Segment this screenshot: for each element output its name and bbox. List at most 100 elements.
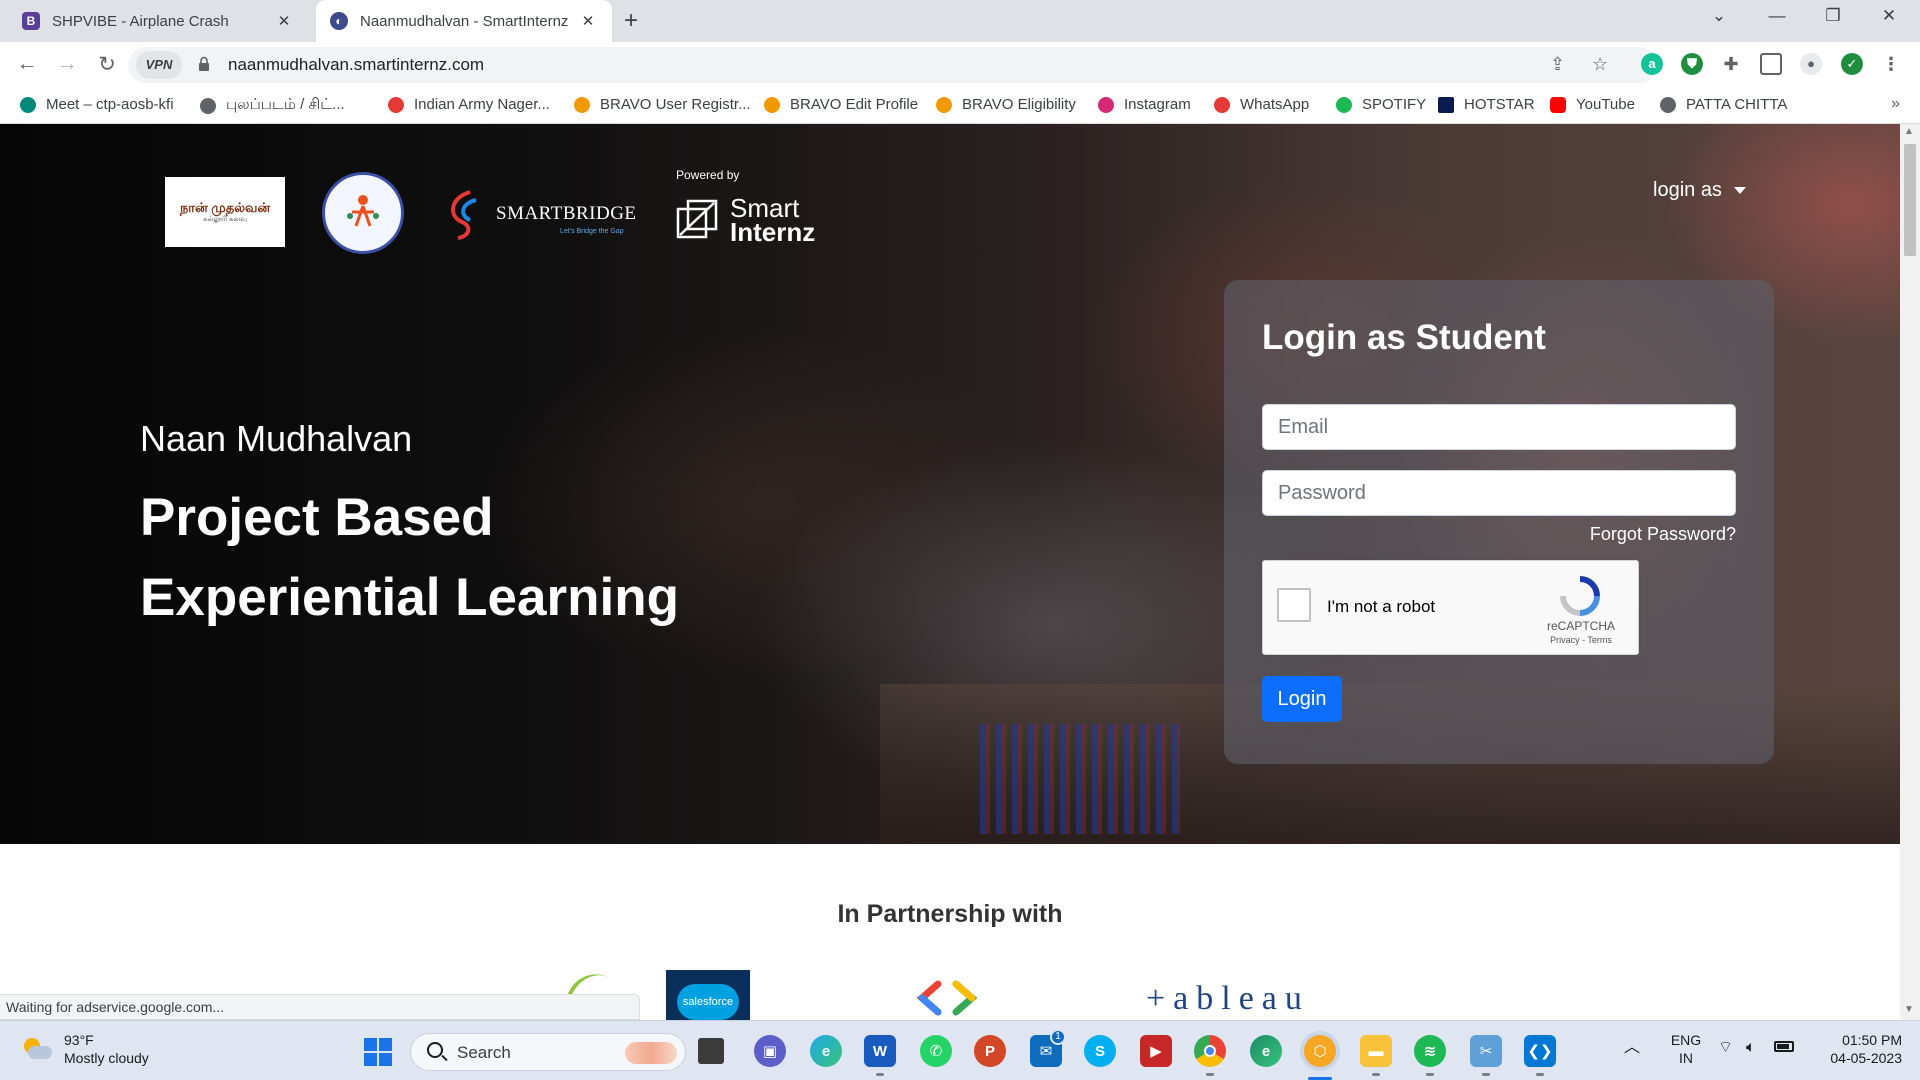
spotify-icon [1336,96,1352,113]
youtube-icon [1550,96,1566,113]
password-field[interactable] [1262,470,1736,516]
mail-badge: 1 [1050,1029,1066,1045]
close-icon[interactable]: ✕ [274,12,294,30]
shield-extension-icon[interactable]: ⛊ [1681,53,1703,75]
new-tab-icon[interactable]: + [624,8,638,34]
windows-start-icon[interactable] [364,1038,392,1066]
salesforce-cloud: salesforce [677,984,739,1020]
teams-chat-icon[interactable]: ▣ [754,1035,786,1067]
brave-vpn-icon[interactable]: ⬡ [1304,1035,1336,1067]
back-icon[interactable]: ← [14,52,40,76]
hero-title: Project Based Experiential Learning [140,478,679,638]
weather-condition: Mostly cloudy [64,1050,149,1066]
recaptcha-label: I'm not a robot [1327,597,1436,616]
login-as-dropdown[interactable]: login as [1653,179,1746,202]
caret-down-icon [1733,187,1746,194]
minimize-icon[interactable]: — [1762,6,1792,26]
menu-kebab-icon[interactable]: ⋮ [1880,53,1902,75]
extensions-puzzle-icon[interactable]: ✚ [1720,53,1742,75]
grammarly-extension-icon[interactable]: a [1641,53,1663,75]
forward-icon[interactable]: → [54,52,80,76]
bookmark-indian-army[interactable]: Indian Army Nager... [388,96,550,113]
edge-dev-icon[interactable]: e [1250,1035,1282,1067]
spotify-icon[interactable]: ≋ [1414,1035,1446,1067]
more-bookmarks-icon[interactable]: » [1891,95,1900,113]
hero-title-line-1: Project Based [140,488,494,547]
tab-shpvibe[interactable]: B SHPVIBE - Airplane Crash ✕ [8,0,308,42]
smartbridge-swirl-icon [451,190,477,240]
reload-icon[interactable]: ↻ [94,52,120,77]
smartinternz-mark-icon [676,199,718,239]
hero-banner: நான் முதல்வன் கல்லூரி கனவு SMARTBRIDGE L… [0,124,1900,844]
scroll-down-icon[interactable]: ▼ [1904,1004,1914,1015]
language-indicator[interactable]: ENG IN [1666,1031,1706,1067]
clock-time: 01:50 PM [1842,1032,1902,1048]
bookmark-patta-chitta[interactable]: PATTA CHITTA [1660,96,1787,113]
bookmark-bravo-edit-profile[interactable]: BRAVO Edit Profile [764,96,918,113]
globe-icon [1660,96,1676,113]
side-panel-icon[interactable] [1760,53,1782,75]
whatsapp-icon[interactable]: ✆ [920,1035,952,1067]
show-hidden-icons-icon[interactable]: ︿ [1624,1039,1640,1057]
naan-mudhalvan-logo[interactable]: நான் முதல்வன் கல்லூரி கனவு [165,177,285,247]
battery-icon[interactable] [1774,1041,1794,1052]
smartbridge-logo: SMARTBRIDGE Let's Bridge the Gap [440,184,640,244]
weather-widget[interactable]: 93°F Mostly cloudy [22,1031,149,1067]
profile-avatar-icon[interactable]: ● [1800,53,1822,75]
tab-search-icon[interactable]: ⌄ [1704,6,1734,26]
scroll-thumb[interactable] [1904,144,1916,256]
forgot-password-link[interactable]: Forgot Password? [1590,524,1736,545]
bookmark-youtube[interactable]: YouTube [1550,96,1635,113]
bookmark-spotify[interactable]: SPOTIFY [1336,96,1426,113]
bookmark-whatsapp[interactable]: WhatsApp [1214,96,1309,113]
bookmark-bravo-eligibility[interactable]: BRAVO Eligibility [936,96,1076,113]
url-text: naanmudhalvan.smartinternz.com [228,55,485,74]
system-clock[interactable]: 01:50 PM 04-05-2023 [1812,1031,1902,1067]
recaptcha-terms-link[interactable]: Privacy - Terms [1533,635,1629,645]
meet-icon [20,96,36,113]
bookmark-star-icon[interactable]: ☆ [1592,54,1608,75]
vscode-icon[interactable]: ❮❯ [1524,1035,1556,1067]
share-icon[interactable]: ⇪ [1550,54,1565,75]
search-label: Search [457,1043,511,1062]
snipping-tool-icon[interactable]: ✂ [1470,1035,1502,1067]
wifi-icon[interactable]: ⌔ [1718,1039,1733,1057]
bookmark-meet[interactable]: Meet – ctp-aosb-kfi [20,96,174,113]
recaptcha-checkbox[interactable] [1277,588,1311,622]
powerpoint-icon[interactable]: P [974,1035,1006,1067]
volume-icon[interactable]: 🔈︎ [1746,1039,1756,1057]
login-button[interactable]: Login [1262,676,1342,722]
window-close-icon[interactable]: ✕ [1874,6,1904,26]
security-check-icon[interactable]: ✓ [1841,53,1863,75]
bravo-icon [764,96,780,113]
weather-temperature: 93°F [64,1032,94,1048]
bookmark-hotstar[interactable]: HOTSTAR [1438,96,1535,113]
vpn-badge[interactable]: VPN [136,51,182,79]
word-icon[interactable]: W [864,1035,896,1067]
bookmarks-bar: Meet – ctp-aosb-kfi புலப்படம் / சிட்... … [0,88,1920,124]
google-developers-logo [916,980,978,1016]
address-bar[interactable]: VPN naanmudhalvan.smartinternz.com ⇪ ☆ [128,47,1658,83]
bookmark-bravo-registration[interactable]: BRAVO User Registr... [574,96,751,113]
file-explorer-icon[interactable]: ▬ [1360,1035,1392,1067]
bookmark-instagram[interactable]: Instagram [1098,96,1191,113]
people-emblem-icon [347,195,379,227]
hero-subtitle: Naan Mudhalvan [140,418,413,459]
skype-icon[interactable]: S [1084,1035,1116,1067]
globe-icon [200,97,216,114]
restore-icon[interactable]: ❐ [1818,6,1848,26]
taskbar-search[interactable]: Search [410,1033,686,1071]
edge-icon[interactable]: e [810,1035,842,1067]
email-field[interactable] [1262,404,1736,450]
salesforce-logo: salesforce [666,970,750,1020]
chrome-icon[interactable] [1194,1035,1226,1067]
scroll-up-icon[interactable]: ▲ [1904,126,1914,137]
task-view-icon[interactable] [698,1038,724,1064]
tab-naanmudhalvan[interactable]: ◐ Naanmudhalvan - SmartInternz ✕ [316,0,612,42]
bookmark-tamil-map[interactable]: புலப்படம் / சிட்... [200,96,345,115]
page-scrollbar[interactable]: ▲ ▼ [1900,124,1920,1020]
cloud-sun-icon [22,1038,52,1060]
close-icon[interactable]: ✕ [578,12,598,30]
recaptcha-brand: reCAPTCHA [1546,619,1615,633]
media-player-icon[interactable]: ▶ [1140,1035,1172,1067]
